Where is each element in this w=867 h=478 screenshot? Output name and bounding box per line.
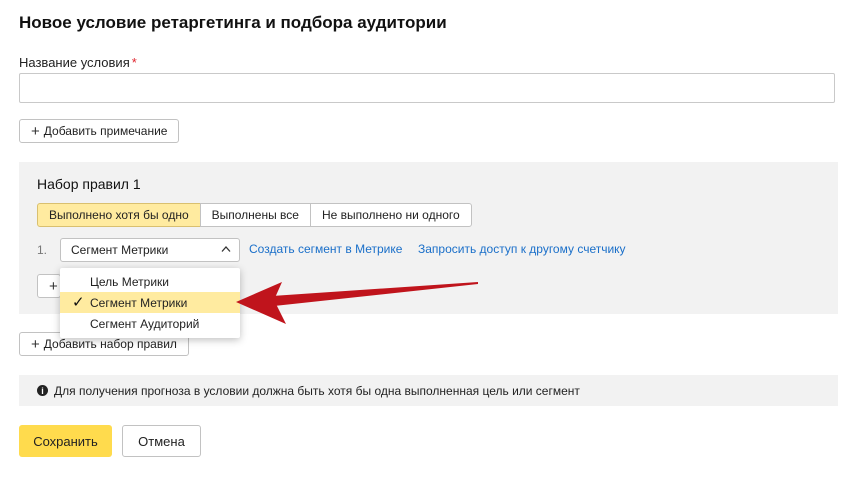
rule-type-value: Сегмент Метрики xyxy=(71,243,169,257)
condition-name-input[interactable] xyxy=(19,73,835,103)
name-field-label-text: Название условия xyxy=(19,55,130,70)
save-button[interactable]: Сохранить xyxy=(19,425,112,457)
mode-none[interactable]: Не выполнено ни одного xyxy=(309,203,472,227)
request-access-link[interactable]: Запросить доступ к другому счетчику xyxy=(418,242,626,256)
ruleset-title: Набор правил 1 xyxy=(37,176,141,192)
option-segment-audience[interactable]: Сегмент Аудиторий xyxy=(60,313,240,334)
chevron-up-icon xyxy=(221,246,231,252)
add-ruleset-label: Добавить набор правил xyxy=(43,337,177,351)
name-field-label: Название условия * xyxy=(19,55,137,70)
rule-type-dropdown: Цель Метрики ✓ Сегмент Метрики Сегмент А… xyxy=(60,268,240,338)
plus-icon: + xyxy=(31,122,40,140)
info-text: Для получения прогноза в условии должна … xyxy=(54,383,580,398)
add-note-button[interactable]: + Добавить примечание xyxy=(19,119,180,143)
checkmark-icon: ✓ xyxy=(72,294,85,311)
cancel-button[interactable]: Отмена xyxy=(122,425,201,457)
option-segment-metrika[interactable]: ✓ Сегмент Метрики xyxy=(60,292,240,313)
mode-at-least-one[interactable]: Выполнено хотя бы одно xyxy=(37,203,201,227)
ruleset-mode-switch: Выполнено хотя бы одно Выполнены все Не … xyxy=(37,203,472,227)
annotation-arrow-icon xyxy=(236,282,478,324)
plus-icon: + xyxy=(49,277,58,295)
option-goal-metrika[interactable]: Цель Метрики xyxy=(60,271,240,292)
page-title: Новое условие ретаргетинга и подбора ауд… xyxy=(19,13,447,32)
option-label: Сегмент Аудиторий xyxy=(90,316,200,331)
forecast-info-bar: i Для получения прогноза в условии должн… xyxy=(19,375,838,406)
option-label: Цель Метрики xyxy=(90,274,169,289)
plus-icon: + xyxy=(31,335,40,353)
mode-all[interactable]: Выполнены все xyxy=(199,203,311,227)
create-segment-link[interactable]: Создать сегмент в Метрике xyxy=(249,242,402,256)
add-note-label: Добавить примечание xyxy=(43,124,168,138)
option-label: Сегмент Метрики xyxy=(90,295,188,310)
rule-number: 1. xyxy=(37,243,48,257)
add-rule-button[interactable]: + xyxy=(37,274,61,298)
info-icon: i xyxy=(37,385,48,396)
rule-type-select[interactable]: Сегмент Метрики xyxy=(60,238,240,262)
required-mark: * xyxy=(131,55,137,70)
